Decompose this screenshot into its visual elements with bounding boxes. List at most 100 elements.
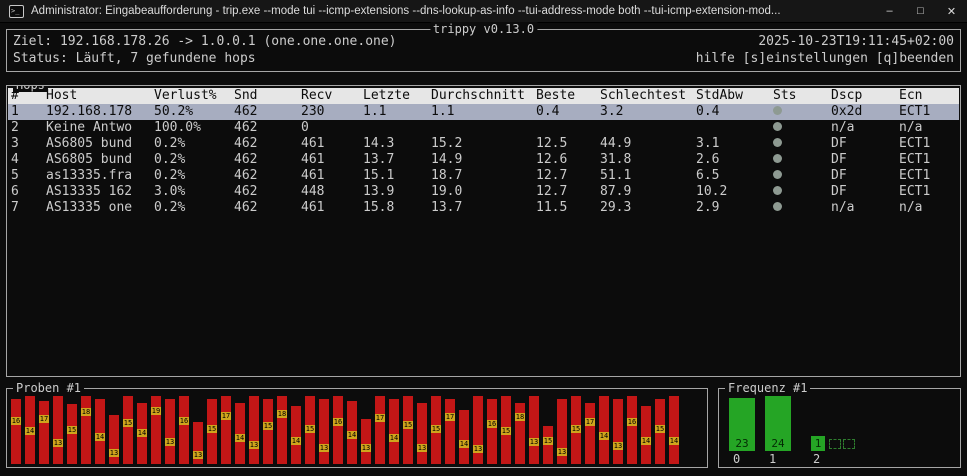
hop-cell: 461 xyxy=(301,152,325,167)
hop-cell: ECT1 xyxy=(899,168,931,183)
sample-bar: 13 xyxy=(319,399,329,464)
window-titlebar[interactable]: Administrator: Eingabeaufforderung - tri… xyxy=(0,0,967,23)
sample-value-label: 15 xyxy=(263,422,273,431)
hop-cell-status xyxy=(773,104,831,120)
sample-bar: 18 xyxy=(277,396,287,464)
sample-bar: 15 xyxy=(305,396,315,464)
target-text: Ziel: 192.168.178.26 -> 1.0.0.1 (one.one… xyxy=(13,34,397,49)
hop-row[interactable]: 5 as13335.fra 0.2% 462 461 15.1 18.7 12.7 51.1 6.… xyxy=(8,168,959,184)
column-header: StdAbw xyxy=(696,88,743,103)
sample-value-label: 18 xyxy=(81,408,91,417)
column-header: Snd xyxy=(234,88,258,103)
hop-cell: 1.1 xyxy=(363,104,387,119)
hop-cell: 13.9 xyxy=(363,184,395,199)
hop-row[interactable]: 1 192.168.178 50.2% 462 230 1.1 1.1 0.4 3.2 0.4 0x… xyxy=(8,104,959,120)
hop-cell: 4 xyxy=(11,152,19,167)
hop-cell-status xyxy=(773,168,831,184)
sample-bar: 16 xyxy=(487,399,497,464)
hop-cell: ECT1 xyxy=(899,136,931,151)
frequency-bar: 24 xyxy=(765,396,791,451)
column-header: Dscp xyxy=(831,88,863,103)
column-header: Verlust% xyxy=(154,88,217,103)
sample-value-label: 14 xyxy=(25,427,35,436)
sample-value-label: 15 xyxy=(571,424,581,433)
hop-row[interactable]: 2 Keine Antwo 100.0% 462 0 n/a n/a xyxy=(8,120,959,136)
sample-bar: 13 xyxy=(417,402,427,464)
sample-bar: 13 xyxy=(361,419,371,464)
status-dot-icon xyxy=(773,106,782,115)
frequency-chart: 23 24 1 xyxy=(721,396,958,451)
app-version-title: trippy v0.13.0 xyxy=(429,22,538,36)
sample-bar: 19 xyxy=(151,396,161,464)
hop-cell: 15.8 xyxy=(363,200,395,215)
hops-table-header: # Host Verlust% Snd Recv Letzte Durchschnitt Be… xyxy=(8,88,959,104)
terminal-window: Administrator: Eingabeaufforderung - tri… xyxy=(0,0,967,476)
sample-bar: 14 xyxy=(347,401,357,464)
hop-row[interactable]: 7 AS13335 one 0.2% 462 461 15.8 13.7 11.5 29.3 2.… xyxy=(8,200,959,216)
hop-row[interactable]: 4 AS6805 bund 0.2% 462 461 13.7 14.9 12.6 31.8 2.… xyxy=(8,152,959,168)
hop-cell: 0.2% xyxy=(154,168,186,183)
minimize-button[interactable]: – xyxy=(874,0,905,22)
hop-row[interactable]: 3 AS6805 bund 0.2% 462 461 14.3 15.2 12.5 44.9 3.… xyxy=(8,136,959,152)
sample-bar: 13 xyxy=(473,396,483,464)
hop-cell: 2 xyxy=(11,120,19,135)
sample-bar: 14 xyxy=(669,396,679,464)
hop-cell xyxy=(536,120,600,136)
hop-cell: 87.9 xyxy=(600,184,632,199)
hop-cell: 18.7 xyxy=(431,168,463,183)
sample-bar: 14 xyxy=(235,402,245,464)
sample-value-label: 14 xyxy=(235,433,245,442)
hop-cell: 12.7 xyxy=(536,168,568,183)
hop-cell: 2.9 xyxy=(696,200,720,215)
sample-bar: 14 xyxy=(137,402,147,464)
hop-cell: 6 xyxy=(11,184,19,199)
close-button[interactable]: ✕ xyxy=(936,0,967,22)
hop-cell xyxy=(696,120,773,136)
hop-cell: 3 xyxy=(11,136,19,151)
hop-row[interactable]: 6 AS13335 162 3.0% 462 448 13.9 19.0 12.7 87.9 10… xyxy=(8,184,959,200)
hop-cell: 462 xyxy=(234,120,258,135)
sample-value-label: 13 xyxy=(417,443,427,452)
sample-bar: 15 xyxy=(543,425,553,464)
sample-bar: 18 xyxy=(515,402,525,464)
hop-cell: 29.3 xyxy=(600,200,632,215)
hop-cell: ECT1 xyxy=(899,184,931,199)
sample-bar: 15 xyxy=(67,404,77,464)
hop-cell: 461 xyxy=(301,136,325,151)
hop-cell: 462 xyxy=(234,184,258,199)
sample-bar: 17 xyxy=(445,398,455,464)
sample-value-label: 13 xyxy=(109,448,119,457)
hop-cell: AS6805 bund xyxy=(46,152,133,167)
sample-value-label: 17 xyxy=(221,412,231,421)
hop-cell: 12.5 xyxy=(536,136,568,151)
sample-value-label: 16 xyxy=(179,416,189,425)
sample-bar: 15 xyxy=(431,396,441,464)
sample-value-label: 14 xyxy=(347,430,357,439)
sample-value-label: 13 xyxy=(613,441,623,450)
column-header: Letzte xyxy=(363,88,410,103)
help-shortcuts-text[interactable]: hilfe [s]einstellungen [q]beenden xyxy=(696,50,954,67)
terminal-content[interactable]: trippy v0.13.0 Ziel: 192.168.178.26 -> 1… xyxy=(0,22,967,476)
sample-bar: 15 xyxy=(263,398,273,464)
hop-cell: DF xyxy=(831,152,847,167)
sample-value-label: 19 xyxy=(151,407,161,416)
sample-bar: 17 xyxy=(585,402,595,464)
frequency-bar-value: 1 xyxy=(814,437,822,450)
hop-cell: n/a xyxy=(831,200,855,215)
hop-cell: ECT1 xyxy=(899,104,931,119)
hops-panel: Hops # Host Verlust% Snd Recv Letzte Durchschn… xyxy=(6,85,961,377)
hop-cell: 0x2d xyxy=(831,104,863,119)
sample-value-label: 14 xyxy=(599,431,609,440)
maximize-button[interactable]: □ xyxy=(905,0,936,22)
hop-cell: 13.7 xyxy=(363,152,395,167)
hop-cell xyxy=(363,120,431,136)
hop-cell: 462 xyxy=(234,136,258,151)
hop-cell: 7 xyxy=(11,200,19,215)
sample-value-label: 13 xyxy=(249,441,259,450)
hop-cell: 15.2 xyxy=(431,136,463,151)
sample-value-label: 16 xyxy=(333,417,343,426)
hop-cell: 0.2% xyxy=(154,152,186,167)
hop-cell: 230 xyxy=(301,104,325,119)
hop-cell: 448 xyxy=(301,184,325,199)
sample-value-label: 13 xyxy=(193,450,203,459)
